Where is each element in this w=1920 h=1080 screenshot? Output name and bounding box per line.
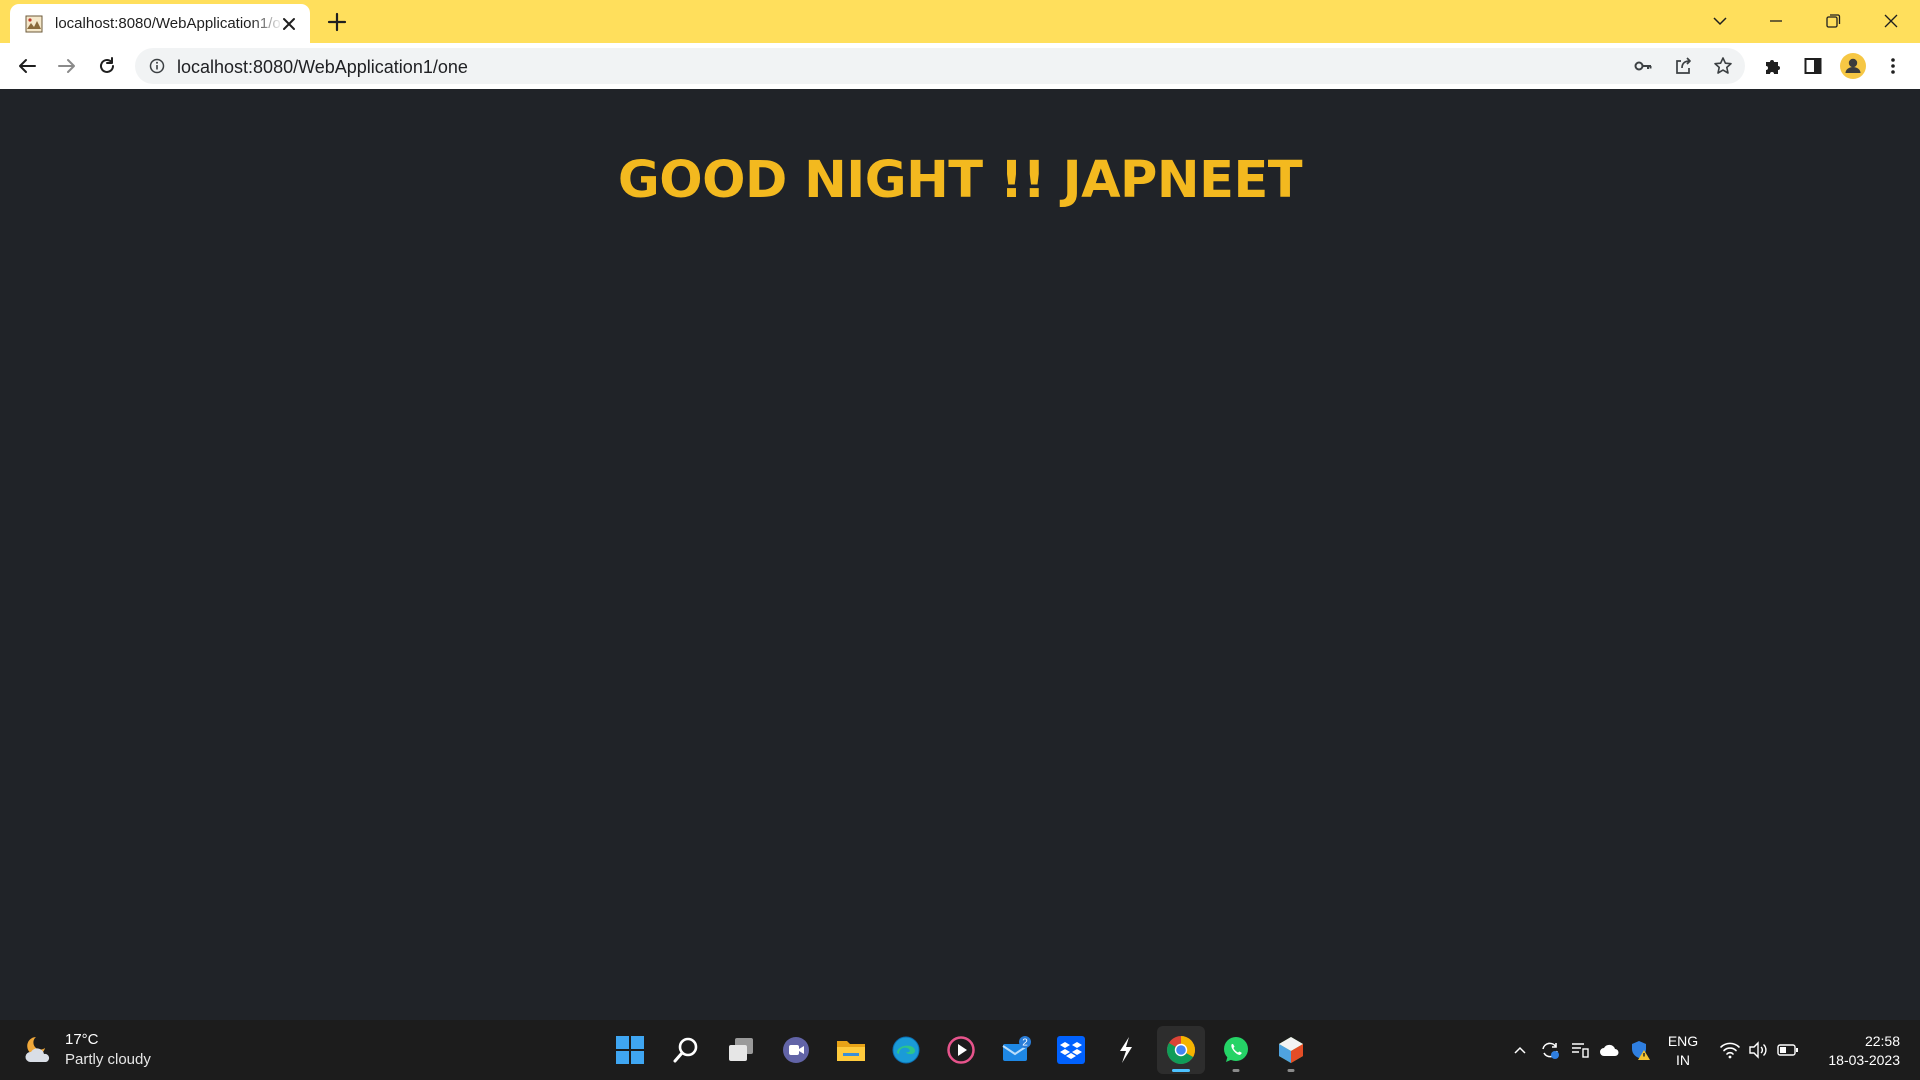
tab-search-icon[interactable] <box>1705 6 1735 36</box>
running-app-indicator <box>1287 1069 1295 1072</box>
whatsapp-icon <box>1224 1037 1248 1062</box>
mail-icon: 2 <box>1002 1036 1031 1061</box>
search-icon <box>673 1037 698 1063</box>
input-language-indicator[interactable]: ENG IN <box>1666 1032 1700 1070</box>
browser-titlebar: localhost:8080/WebApplication1/one <box>0 0 1920 43</box>
extensions-puzzle-icon[interactable] <box>1758 51 1788 81</box>
active-app-indicator <box>1172 1069 1190 1072</box>
language-code: ENG <box>1667 1033 1699 1049</box>
reload-button[interactable] <box>92 51 122 81</box>
bolt-app-button[interactable] <box>1102 1026 1150 1074</box>
weather-temperature: 17°C <box>65 1031 99 1048</box>
arrow-left-icon <box>19 59 36 73</box>
edge-browser-button[interactable] <box>882 1026 930 1074</box>
task-view-button[interactable] <box>717 1026 765 1074</box>
bolt-icon <box>1120 1037 1132 1063</box>
show-hidden-icons-chevron-icon[interactable] <box>1508 1038 1532 1062</box>
teams-chat-icon <box>783 1037 809 1063</box>
web-page: GOOD NIGHT !! JAPNEET <box>0 89 1920 1020</box>
language-region: IN <box>1676 1052 1690 1068</box>
sync-status-icon[interactable] <box>1538 1038 1562 1062</box>
browser-toolbar: localhost:8080/WebApplication1/one <box>0 43 1920 89</box>
folder-icon <box>837 1041 865 1061</box>
cast-display-icon[interactable] <box>1568 1038 1592 1062</box>
bookmark-star-icon[interactable] <box>1711 54 1735 78</box>
system-clock[interactable]: 22:58 18-03-2023 <box>1810 1032 1900 1070</box>
side-panel-icon[interactable] <box>1798 51 1828 81</box>
chrome-button[interactable] <box>1157 1026 1205 1074</box>
forward-button[interactable] <box>52 51 82 81</box>
security-shield-warning-icon[interactable] <box>1628 1038 1652 1062</box>
start-button[interactable] <box>606 1026 654 1074</box>
greeting-heading: GOOD NIGHT !! JAPNEET <box>617 151 1303 210</box>
media-player-button[interactable] <box>937 1026 985 1074</box>
chrome-icon <box>1167 1036 1195 1064</box>
onedrive-cloud-icon[interactable] <box>1598 1038 1622 1062</box>
url-text[interactable]: localhost:8080/WebApplication1/one <box>177 57 468 78</box>
browser-tab[interactable]: localhost:8080/WebApplication1/one <box>10 4 310 43</box>
back-button[interactable] <box>12 51 42 81</box>
chat-app-button[interactable] <box>772 1026 820 1074</box>
windows-logo-icon <box>616 1036 644 1064</box>
clock-date: 18-03-2023 <box>1828 1052 1900 1068</box>
password-key-icon[interactable] <box>1631 54 1655 78</box>
windows-taskbar: 17°C Partly cloudy 2 ENG IN 22:58 18-03-… <box>0 1020 1920 1080</box>
address-bar[interactable]: localhost:8080/WebApplication1/one <box>135 48 1745 84</box>
site-info-icon[interactable] <box>149 58 165 74</box>
battery-icon[interactable] <box>1776 1038 1800 1062</box>
reload-icon <box>100 57 114 73</box>
partly-cloudy-night-icon <box>25 1037 50 1062</box>
search-button[interactable] <box>662 1026 710 1074</box>
kebab-menu-icon[interactable] <box>1878 51 1908 81</box>
arrow-right-icon <box>58 59 75 73</box>
restore-icon[interactable] <box>1818 6 1848 36</box>
volume-icon[interactable] <box>1746 1038 1770 1062</box>
profile-avatar-icon[interactable] <box>1838 51 1868 81</box>
mail-app-button[interactable]: 2 <box>992 1026 1040 1074</box>
close-tab-icon[interactable] <box>280 15 298 33</box>
wifi-icon[interactable] <box>1718 1038 1742 1062</box>
weather-condition: Partly cloudy <box>65 1051 151 1068</box>
mail-badge-count: 2 <box>1022 1038 1028 1049</box>
edge-icon <box>892 1036 920 1064</box>
task-view-icon <box>729 1038 753 1061</box>
play-icon <box>947 1036 975 1064</box>
whatsapp-button[interactable] <box>1212 1026 1260 1074</box>
dropbox-button[interactable] <box>1047 1026 1095 1074</box>
running-app-indicator <box>1232 1069 1240 1072</box>
favicon-icon <box>25 15 43 33</box>
dropbox-icon <box>1057 1036 1085 1064</box>
new-tab-icon[interactable] <box>325 10 349 34</box>
minimize-icon[interactable] <box>1761 6 1791 36</box>
close-window-icon[interactable] <box>1876 6 1906 36</box>
share-icon[interactable] <box>1671 54 1695 78</box>
file-explorer-button[interactable] <box>827 1026 875 1074</box>
clock-time: 22:58 <box>1864 1033 1900 1049</box>
cube-icon <box>1279 1037 1303 1063</box>
cube-app-button[interactable] <box>1267 1026 1315 1074</box>
tab-title: localhost:8080/WebApplication1/one <box>55 15 283 32</box>
